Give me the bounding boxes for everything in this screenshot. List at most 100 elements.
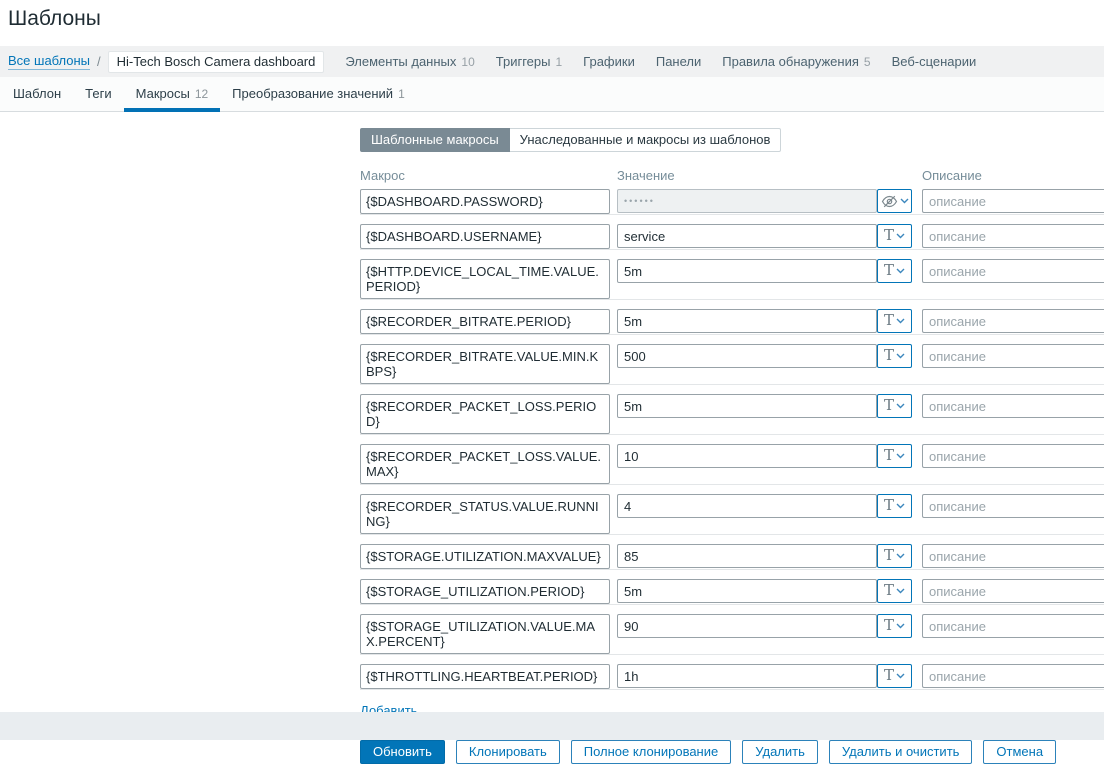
macro-cell: {$THROTTLING.HEARTBEAT.PERIOD} [360, 664, 610, 689]
description-input[interactable] [922, 394, 1104, 418]
delete-clear-button[interactable]: Удалить и очистить [829, 740, 973, 764]
macro-input[interactable]: {$HTTP.DEVICE_LOCAL_TIME.VALUE.PERIOD} [360, 259, 610, 299]
description-cell [922, 394, 1104, 418]
value-input[interactable] [617, 579, 877, 603]
macros-form: Шаблонные макросы Унаследованные и макро… [0, 112, 1104, 712]
chevron-down-icon [896, 453, 905, 459]
value-input[interactable] [617, 494, 877, 518]
toggle-template-macros[interactable]: Шаблонные макросы [360, 128, 510, 152]
macro-table-row: {$HTTP.DEVICE_LOCAL_TIME.VALUE.PERIOD} T [360, 259, 1104, 300]
value-type-button[interactable]: T [877, 444, 912, 468]
text-type-icon: T [884, 398, 894, 413]
description-input[interactable] [922, 444, 1104, 468]
chevron-down-icon [896, 353, 905, 359]
chevron-down-icon [896, 623, 905, 629]
value-type-button[interactable]: T [877, 344, 912, 368]
macro-input[interactable]: {$DASHBOARD.PASSWORD} [360, 189, 610, 214]
nav-item-items[interactable]: Элементы данных10 [345, 54, 474, 69]
tab-value-mapping[interactable]: Преобразование значений1 [220, 77, 417, 111]
description-input[interactable] [922, 544, 1104, 568]
value-type-button[interactable]: T [877, 494, 912, 518]
chevron-down-icon [896, 233, 905, 239]
description-input[interactable] [922, 664, 1104, 688]
tab-template[interactable]: Шаблон [1, 77, 73, 111]
text-type-icon: T [884, 583, 894, 598]
macro-cell: {$DASHBOARD.PASSWORD} [360, 189, 610, 214]
value-input[interactable] [617, 309, 877, 333]
value-input[interactable] [617, 259, 877, 283]
nav-item-graphs[interactable]: Графики [583, 54, 635, 69]
macro-input[interactable]: {$RECORDER_BITRATE.VALUE.MIN.KBPS} [360, 344, 610, 384]
page-title: Шаблоны [8, 7, 1104, 31]
nav-item-count: 5 [864, 55, 871, 69]
text-type-icon: T [884, 348, 894, 363]
nav-item-dashboards[interactable]: Панели [656, 54, 701, 69]
nav-item-triggers[interactable]: Триггеры1 [496, 54, 562, 69]
description-cell [922, 309, 1104, 333]
value-input[interactable] [617, 224, 877, 248]
macro-input[interactable]: {$DASHBOARD.USERNAME} [360, 224, 610, 249]
breadcrumb-all-templates-link[interactable]: Все шаблоны [8, 53, 90, 70]
value-input[interactable] [617, 664, 877, 688]
value-type-button[interactable]: T [877, 224, 912, 248]
description-input[interactable] [922, 259, 1104, 283]
value-input[interactable] [617, 444, 877, 468]
macro-table-row: {$RECORDER_PACKET_LOSS.PERIOD} T [360, 394, 1104, 435]
macro-input[interactable]: {$THROTTLING.HEARTBEAT.PERIOD} [360, 664, 610, 689]
tab-macros[interactable]: Макросы12 [124, 77, 221, 111]
description-input[interactable] [922, 189, 1104, 213]
chevron-down-icon [896, 553, 905, 559]
description-cell [922, 224, 1104, 248]
macro-input[interactable]: {$STORAGE.UTILIZATION.MAXVALUE} [360, 544, 610, 569]
tab-tags[interactable]: Теги [73, 77, 123, 111]
value-type-button[interactable]: T [877, 579, 912, 603]
value-type-button[interactable] [877, 189, 912, 213]
breadcrumb-current-template[interactable]: Hi-Tech Bosch Camera dashboard [108, 51, 325, 73]
value-input[interactable] [617, 544, 877, 568]
macro-table-row: {$THROTTLING.HEARTBEAT.PERIOD} T [360, 664, 1104, 690]
macro-input[interactable]: {$RECORDER_PACKET_LOSS.PERIOD} [360, 394, 610, 434]
value-type-button[interactable]: T [877, 614, 912, 638]
nav-item-web[interactable]: Веб-сценарии [892, 54, 977, 69]
value-cell: T [617, 544, 912, 568]
description-input[interactable] [922, 494, 1104, 518]
text-type-icon: T [884, 618, 894, 633]
text-type-icon: T [884, 498, 894, 513]
update-button[interactable]: Обновить [360, 740, 445, 764]
description-input[interactable] [922, 614, 1104, 638]
chevron-down-icon [896, 588, 905, 594]
macro-cell: {$RECORDER_PACKET_LOSS.VALUE.MAX} [360, 444, 610, 484]
macro-input[interactable]: {$STORAGE_UTILIZATION.VALUE.MAX.PERCENT} [360, 614, 610, 654]
macro-input[interactable]: {$STORAGE_UTILIZATION.PERIOD} [360, 579, 610, 604]
tab-label: Преобразование значений [232, 86, 393, 101]
cancel-button[interactable]: Отмена [983, 740, 1056, 764]
description-input[interactable] [922, 579, 1104, 603]
value-type-button[interactable]: T [877, 259, 912, 283]
macro-input[interactable]: {$RECORDER_PACKET_LOSS.VALUE.MAX} [360, 444, 610, 484]
macro-table-row: {$STORAGE_UTILIZATION.PERIOD} T [360, 579, 1104, 605]
nav-item-discovery[interactable]: Правила обнаружения5 [722, 54, 870, 69]
toggle-inherited-macros[interactable]: Унаследованные и макросы из шаблонов [510, 128, 782, 152]
value-type-button[interactable]: T [877, 394, 912, 418]
value-cell: T [617, 579, 912, 603]
value-type-button[interactable]: T [877, 309, 912, 333]
text-type-icon: T [884, 448, 894, 463]
value-type-button[interactable]: T [877, 544, 912, 568]
full-clone-button[interactable]: Полное клонирование [571, 740, 731, 764]
value-input[interactable] [617, 344, 877, 368]
value-input[interactable] [617, 189, 877, 213]
text-type-icon: T [884, 263, 894, 278]
description-input[interactable] [922, 309, 1104, 333]
delete-button[interactable]: Удалить [742, 740, 818, 764]
description-input[interactable] [922, 344, 1104, 368]
value-cell: T [617, 494, 912, 518]
macro-table-row: {$STORAGE_UTILIZATION.VALUE.MAX.PERCENT}… [360, 614, 1104, 655]
nav-item-label: Триггеры [496, 54, 551, 69]
macro-input[interactable]: {$RECORDER_BITRATE.PERIOD} [360, 309, 610, 334]
description-input[interactable] [922, 224, 1104, 248]
value-input[interactable] [617, 394, 877, 418]
clone-button[interactable]: Клонировать [456, 740, 560, 764]
value-input[interactable] [617, 614, 877, 638]
macro-input[interactable]: {$RECORDER_STATUS.VALUE.RUNNING} [360, 494, 610, 534]
value-type-button[interactable]: T [877, 664, 912, 688]
